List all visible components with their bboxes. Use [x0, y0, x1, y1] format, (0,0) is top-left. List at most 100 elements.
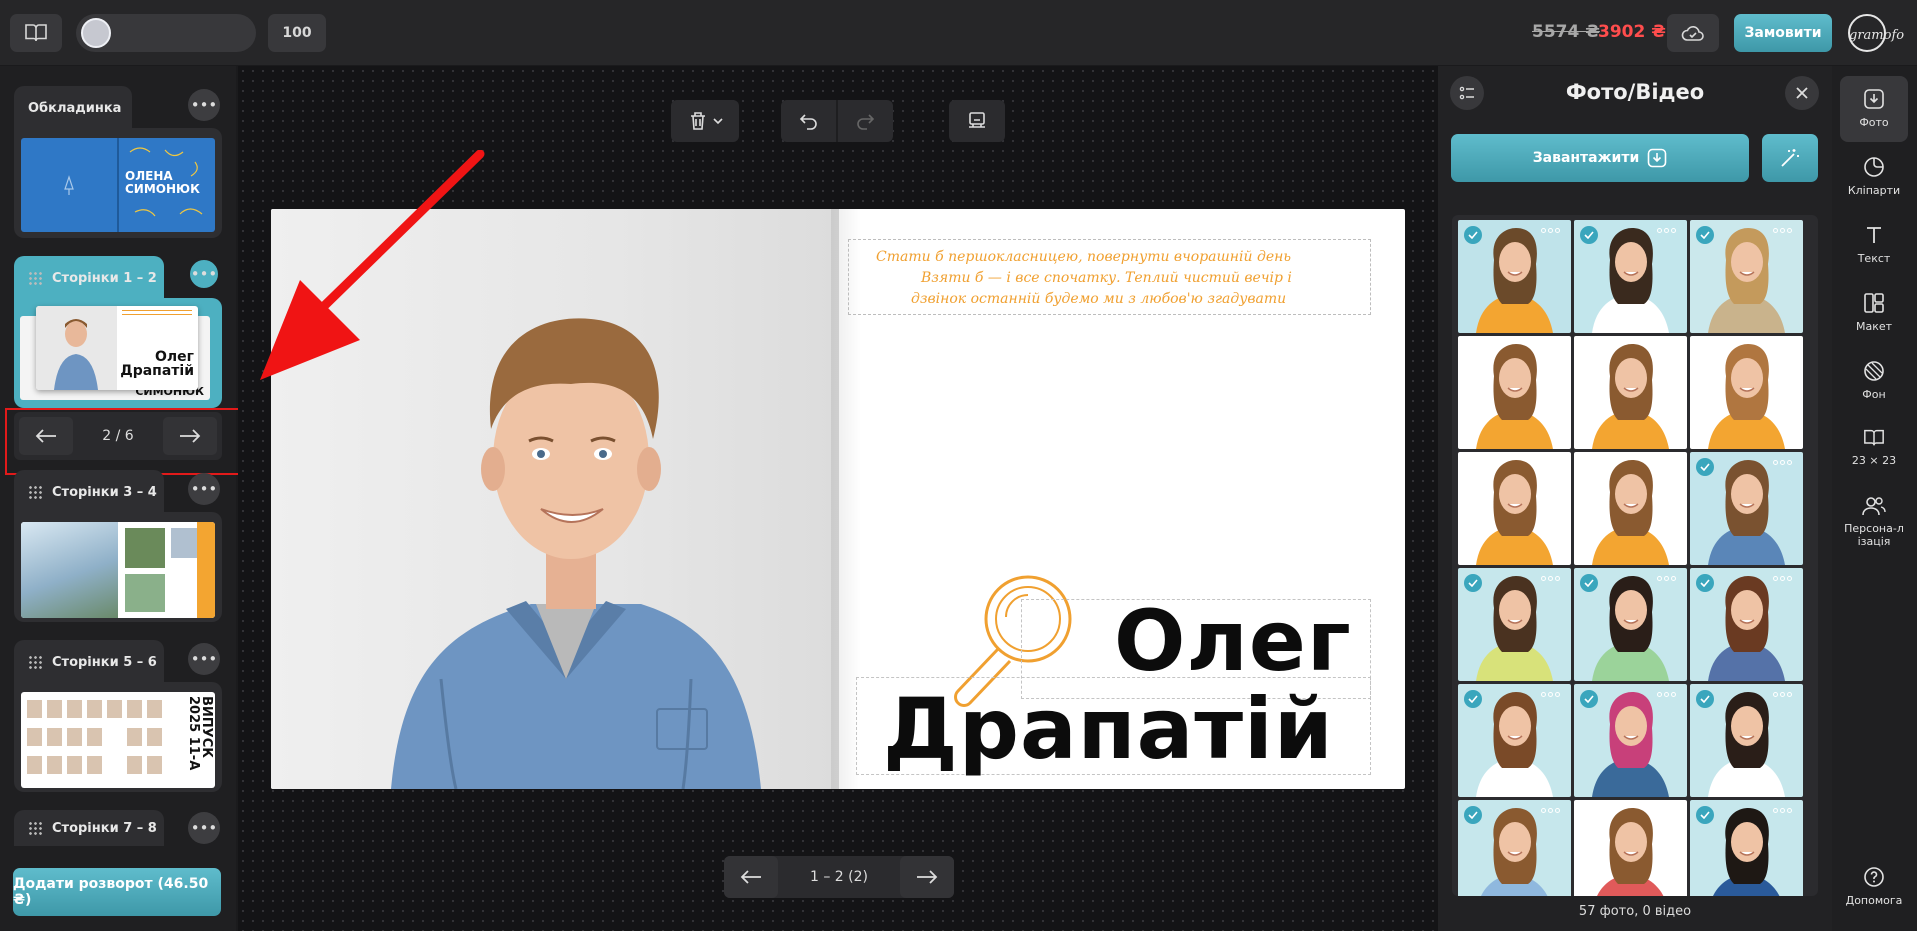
- section-pages-3-4-tab[interactable]: Сторінки 3 – 4: [14, 470, 164, 514]
- text-icon: [1867, 227, 1881, 243]
- section-pages-1-2-menu[interactable]: •••: [188, 258, 220, 290]
- photo-thumbnail[interactable]: [1574, 220, 1687, 333]
- drag-handle-icon[interactable]: [28, 821, 42, 835]
- cloud-icon: [1681, 26, 1704, 41]
- photo-thumbnail[interactable]: [1458, 800, 1571, 896]
- section-pages-1-2-tab[interactable]: Сторінки 1 – 2: [14, 256, 164, 300]
- photo-more-icon[interactable]: [1657, 692, 1679, 700]
- photo-more-icon[interactable]: [1657, 808, 1679, 816]
- photo-thumbnail[interactable]: [1458, 684, 1571, 797]
- annotation-highlight-box: [5, 408, 243, 475]
- section-pages-5-6-tab[interactable]: Сторінки 5 – 6: [14, 640, 164, 684]
- drag-handle-icon[interactable]: [28, 655, 42, 669]
- drag-handle-icon[interactable]: [28, 485, 42, 499]
- photo-thumbnail[interactable]: [1574, 336, 1687, 449]
- rail-text-label: Текст: [1857, 252, 1891, 265]
- selected-check-icon: [1696, 574, 1714, 592]
- photo-more-icon[interactable]: [1541, 692, 1563, 700]
- photo-more-icon[interactable]: [1773, 344, 1795, 352]
- add-spread-button[interactable]: Додати розворот (46.50 ₴): [13, 868, 221, 916]
- photo-more-icon[interactable]: [1773, 808, 1795, 816]
- photo-person: [1476, 460, 1553, 565]
- section-pages-5-6-menu[interactable]: •••: [188, 643, 220, 675]
- rail-text[interactable]: Текст: [1840, 212, 1908, 278]
- thumb-vertical-text: ВИПУСК 2025 11-А: [173, 696, 214, 784]
- thumb-portrait-grid: [27, 700, 162, 774]
- thumb-text-year: 2025 11-А: [186, 696, 201, 771]
- photo-thumbnail[interactable]: [1690, 452, 1803, 565]
- photo-more-icon[interactable]: [1657, 344, 1679, 352]
- photo-thumbnail[interactable]: [1690, 684, 1803, 797]
- photo-more-icon[interactable]: [1657, 228, 1679, 236]
- section-cover-tab[interactable]: Обкладинка: [14, 86, 132, 130]
- cover-thumbnail[interactable]: ОЛЕНА СИМОНЮК: [21, 138, 215, 232]
- thumb-name-last: Драпатій: [120, 363, 194, 379]
- photo-thumbnail[interactable]: [1574, 452, 1687, 565]
- photo-more-icon[interactable]: [1541, 808, 1563, 816]
- rail-help[interactable]: Допомога: [1840, 854, 1908, 920]
- rail-background-label: Фон: [1862, 388, 1886, 401]
- section-pages-3-4-menu[interactable]: •••: [188, 473, 220, 505]
- drag-handle-icon[interactable]: [28, 271, 42, 285]
- thumb-photo-small: [125, 574, 165, 612]
- photo-person: [1708, 344, 1785, 449]
- rail-background[interactable]: Фон: [1840, 348, 1908, 414]
- rail-photo-label: Фото: [1859, 116, 1889, 129]
- section-pages-7-8-tab[interactable]: Сторінки 7 – 8: [14, 810, 164, 846]
- photo-more-icon[interactable]: [1773, 692, 1795, 700]
- zoom-slider-handle[interactable]: [81, 18, 111, 48]
- rail-personalization[interactable]: Персона-лізація: [1840, 484, 1908, 564]
- section-pages-3-4-label: Сторінки 3 – 4: [52, 484, 157, 500]
- pages-3-4-thumbnail[interactable]: [21, 522, 215, 618]
- section-pages-7-8-menu[interactable]: •••: [188, 812, 220, 844]
- page-prev-button[interactable]: [724, 856, 778, 898]
- photo-thumbnail[interactable]: [1690, 568, 1803, 681]
- page-next-button[interactable]: [900, 856, 954, 898]
- rail-photo[interactable]: Фото: [1840, 76, 1908, 142]
- photo-more-icon[interactable]: [1657, 460, 1679, 468]
- section-cover-menu[interactable]: •••: [188, 89, 220, 121]
- photo-more-icon[interactable]: [1541, 344, 1563, 352]
- photo-thumbnail[interactable]: [1574, 568, 1687, 681]
- book-view-button[interactable]: [10, 14, 62, 52]
- photo-thumbnail[interactable]: [1690, 336, 1803, 449]
- photo-thumbnail[interactable]: [1458, 336, 1571, 449]
- rail-book-size[interactable]: 23 × 23: [1840, 416, 1908, 482]
- arrow-right-icon: [917, 870, 938, 884]
- magic-wand-button[interactable]: [1762, 134, 1818, 182]
- order-button[interactable]: Замовити: [1734, 14, 1832, 52]
- rail-clipart[interactable]: Кліпарти: [1840, 144, 1908, 210]
- photo-more-icon[interactable]: [1773, 228, 1795, 236]
- zoom-value[interactable]: 100: [268, 14, 326, 52]
- photo-thumbnail[interactable]: [1690, 220, 1803, 333]
- preview-button[interactable]: [949, 100, 1005, 142]
- help-icon: [1864, 867, 1884, 887]
- gramofon-logo[interactable]: gramofon: [1843, 12, 1905, 54]
- cloud-save-button[interactable]: [1667, 14, 1719, 52]
- photo-thumbnail[interactable]: [1458, 452, 1571, 565]
- photo-thumbnail[interactable]: [1458, 568, 1571, 681]
- photo-more-icon[interactable]: [1773, 576, 1795, 584]
- photo-more-icon[interactable]: [1541, 228, 1563, 236]
- thumb-group-photo: [21, 522, 118, 618]
- selected-check-icon: [1580, 574, 1598, 592]
- photo-person: [1476, 344, 1553, 449]
- upload-label: Завантажити: [1532, 150, 1640, 166]
- pages-1-2-thumbnail[interactable]: Олег Драпатій: [36, 306, 198, 390]
- redo-button[interactable]: [838, 100, 892, 142]
- photo-more-icon[interactable]: [1541, 576, 1563, 584]
- photo-thumbnail[interactable]: [1574, 800, 1687, 896]
- photo-more-icon[interactable]: [1657, 576, 1679, 584]
- undo-button[interactable]: [782, 100, 836, 142]
- zoom-slider[interactable]: [76, 14, 256, 52]
- upload-button[interactable]: Завантажити: [1451, 134, 1749, 182]
- pages-5-6-thumbnail[interactable]: ВИПУСК 2025 11-А: [21, 692, 215, 788]
- photo-thumbnail[interactable]: [1690, 800, 1803, 896]
- photo-more-icon[interactable]: [1541, 460, 1563, 468]
- photo-thumbnail[interactable]: [1458, 220, 1571, 333]
- photo-more-icon[interactable]: [1773, 460, 1795, 468]
- section-cover-label: Обкладинка: [28, 100, 122, 116]
- photo-thumbnail[interactable]: [1574, 684, 1687, 797]
- delete-button[interactable]: [671, 100, 739, 142]
- rail-layout[interactable]: Макет: [1840, 280, 1908, 346]
